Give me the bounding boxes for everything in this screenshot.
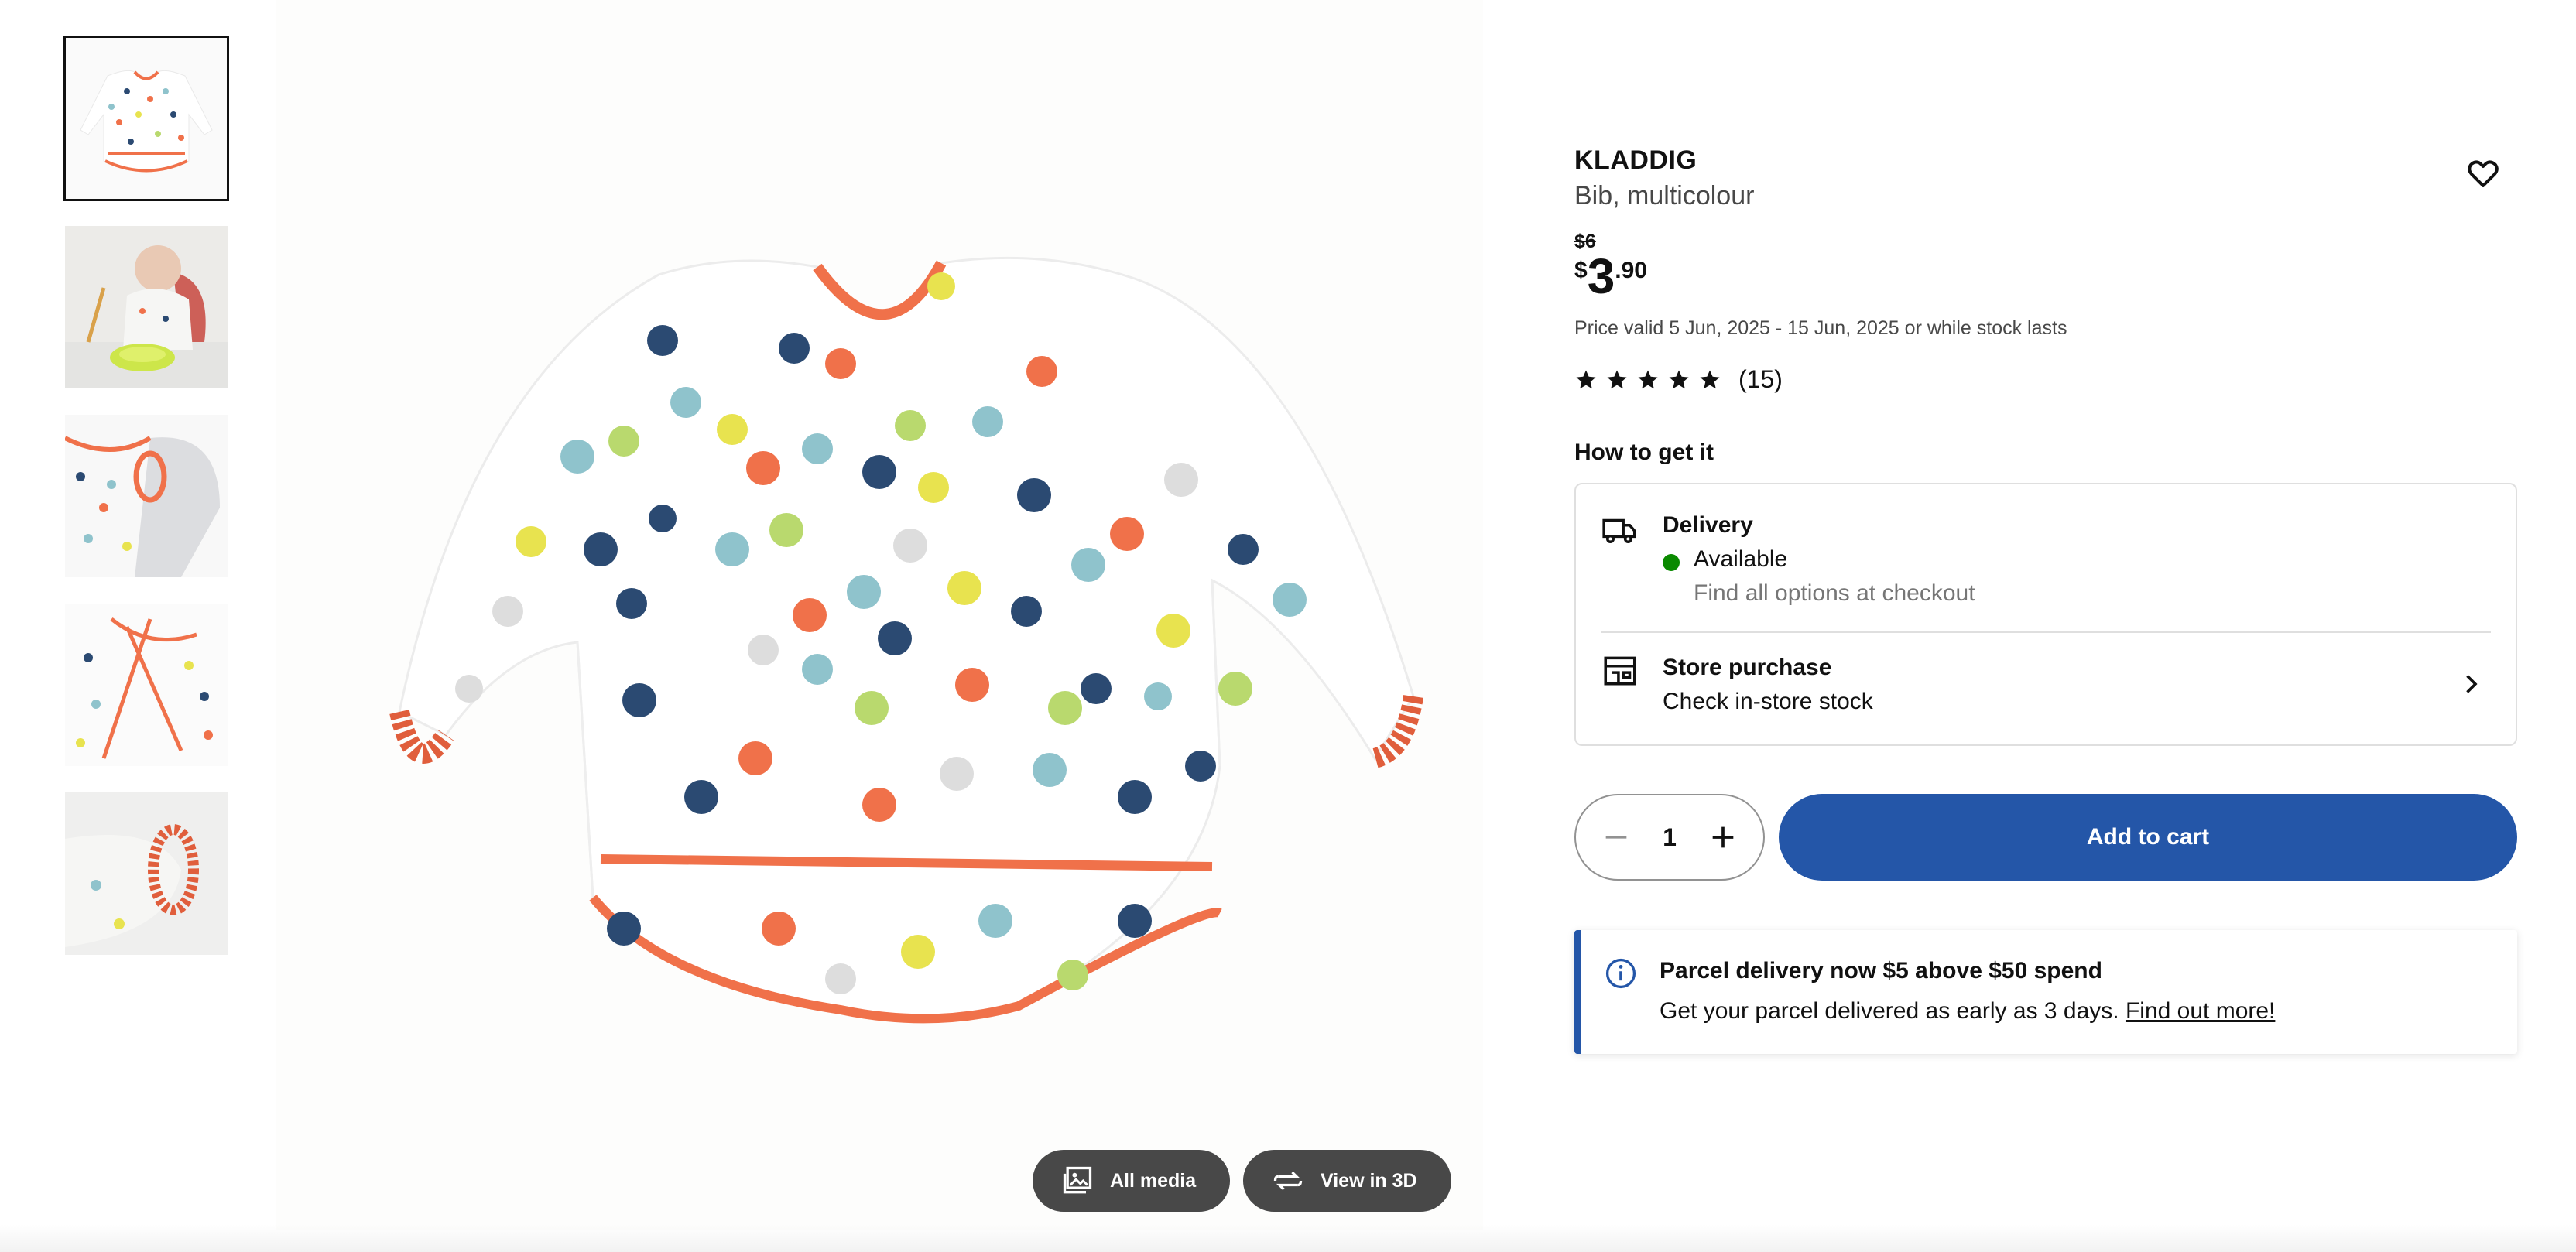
store-purchase-row[interactable]: Store purchase Check in-store stock [1576,633,2516,744]
star-icon [1669,370,1689,388]
view-in-3d-label: View in 3D [1321,1169,1417,1192]
quantity-stepper: 1 [1574,794,1765,881]
current-price: $ 3 .90 [1574,251,1647,301]
truck-icon [1602,518,1636,543]
plus-icon [1712,826,1734,848]
rating-count: (15) [1738,365,1783,393]
thumbnail-baby-eating[interactable] [65,226,228,388]
price-decimal: .90 [1615,258,1647,283]
heart-icon[interactable] [2465,155,2502,192]
availability-box: Delivery Available Find all options at c… [1574,483,2517,746]
info-icon [1605,958,1636,989]
thumbnail-ties-detail[interactable] [65,604,228,766]
quantity-value[interactable]: 1 [1663,823,1677,852]
parcel-delivery-notice: Parcel delivery now $5 above $50 spend G… [1574,930,2517,1054]
star-icon [1576,370,1596,388]
product-description: Bib, multicolour [1574,181,1755,210]
delivery-note: Find all options at checkout [1694,580,1975,606]
star-icon [1700,370,1720,388]
notice-title: Parcel delivery now $5 above $50 spend [1660,958,2102,983]
notice-text: Get your parcel delivered as early as 3 … [1660,998,2126,1024]
increase-quantity-button[interactable] [1704,819,1742,856]
notice-text-line: Get your parcel delivered as early as 3 … [1660,998,2275,1025]
available-status-dot [1663,554,1680,571]
thumbnail-bib-front[interactable] [63,36,229,201]
all-media-button[interactable]: All media [1033,1150,1231,1212]
rotate-3d-icon [1273,1171,1303,1191]
star-icon [1607,370,1627,388]
image-gallery-icon [1063,1166,1092,1194]
product-brand: KLADDIG [1574,145,1697,175]
how-to-get-it-heading: How to get it [1574,440,1714,465]
price-integer: 3 [1587,248,1615,304]
price-validity: Price valid 5 Jun, 2025 - 15 Jun, 2025 o… [1574,317,2067,339]
thumbnail-collar-detail[interactable] [65,415,228,577]
page-bottom-shadow [0,1224,2576,1252]
add-to-cart-button[interactable]: Add to cart [1779,794,2517,881]
find-out-more-link[interactable]: Find out more! [2126,998,2275,1024]
product-rating[interactable]: (15) [1574,365,1783,394]
chevron-right-icon[interactable] [2457,670,2485,698]
decrease-quantity-button[interactable] [1598,819,1635,856]
store-purchase-note: Check in-store stock [1663,689,1873,714]
delivery-title: Delivery [1663,512,1753,538]
bib-illustration [389,256,1423,1024]
view-in-3d-button[interactable]: View in 3D [1243,1150,1451,1212]
minus-icon [1605,836,1627,839]
store-icon [1604,656,1636,686]
all-media-label: All media [1110,1169,1197,1192]
star-icon [1638,370,1658,388]
store-purchase-title: Store purchase [1663,655,1832,680]
main-product-image[interactable]: All media View in 3D [276,0,1483,1230]
thumbnail-cuff-detail[interactable] [65,792,228,955]
price-currency: $ [1574,258,1588,283]
delivery-status: Available [1694,546,1788,572]
